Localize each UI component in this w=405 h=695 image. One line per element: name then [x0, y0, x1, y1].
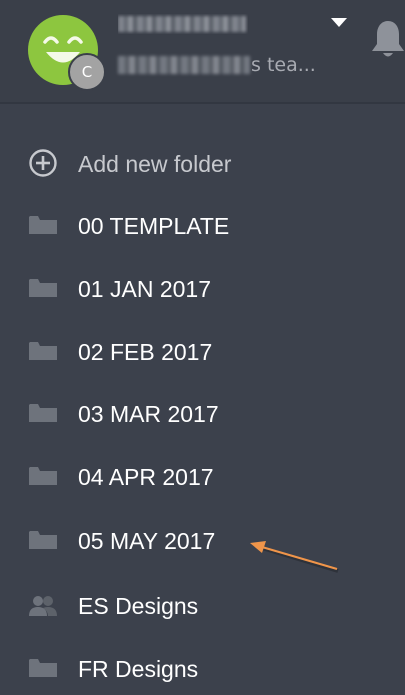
redacted-text: [118, 16, 246, 32]
dropdown-caret-icon[interactable]: [331, 18, 347, 27]
folder-icon: [28, 402, 58, 426]
folder-label: 03 MAR 2017: [78, 401, 219, 427]
folder-icon: [28, 277, 58, 301]
add-new-folder-button[interactable]: Add new folder: [0, 144, 405, 184]
folder-item-00-template[interactable]: 00 TEMPLATE: [0, 206, 405, 246]
folder-label: ES Designs: [78, 593, 199, 619]
folder-item-fr-designs[interactable]: FR Designs: [0, 649, 405, 689]
team-name[interactable]: s tea...: [118, 52, 328, 78]
folder-item-04-apr-2017[interactable]: 04 APR 2017: [0, 457, 405, 497]
notification-bell-icon[interactable]: [370, 18, 405, 64]
plus-circle-icon: [28, 149, 58, 177]
team-name-suffix: s tea...: [251, 54, 316, 76]
folder-item-es-designs[interactable]: ES Designs: [0, 586, 405, 626]
folder-icon: [28, 657, 58, 681]
shared-folder-icon: [28, 594, 58, 618]
folder-item-05-may-2017[interactable]: 05 MAY 2017: [0, 521, 405, 561]
folder-label: 04 APR 2017: [78, 464, 214, 490]
folder-item-01-jan-2017[interactable]: 01 JAN 2017: [0, 269, 405, 309]
folder-label: 00 TEMPLATE: [78, 213, 230, 239]
redacted-text: [118, 56, 250, 74]
folder-icon: [28, 529, 58, 553]
folder-icon: [28, 214, 58, 238]
avatar-initial-badge: C: [68, 53, 106, 91]
folder-label: 02 FEB 2017: [78, 339, 213, 365]
folder-icon: [28, 340, 58, 364]
folder-item-03-mar-2017[interactable]: 03 MAR 2017: [0, 394, 405, 434]
folder-label: 05 MAY 2017: [78, 528, 216, 554]
user-name[interactable]: [118, 14, 248, 34]
folder-label: FR Designs: [78, 656, 199, 682]
folder-icon: [28, 465, 58, 489]
add-new-folder-label: Add new folder: [78, 151, 232, 177]
folder-label: 01 JAN 2017: [78, 276, 211, 302]
folder-item-02-feb-2017[interactable]: 02 FEB 2017: [0, 332, 405, 372]
sidebar-header: C s tea...: [0, 0, 405, 104]
